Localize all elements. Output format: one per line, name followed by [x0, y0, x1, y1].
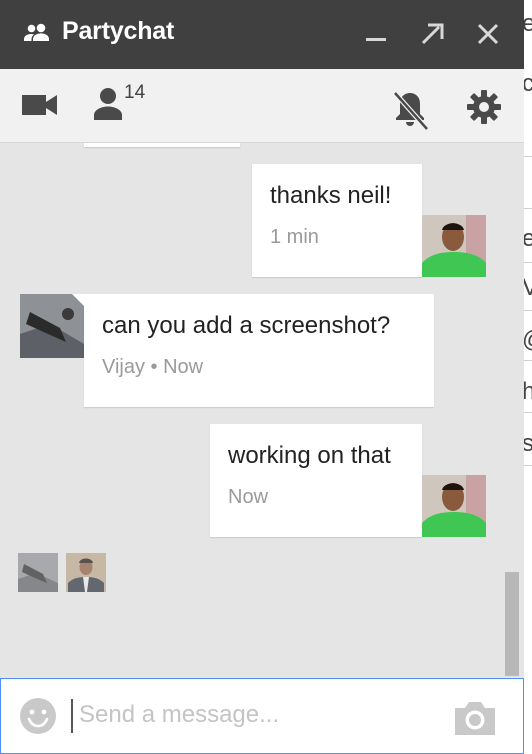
notifications-off-icon — [393, 91, 429, 131]
chat-toolbar: 14 — [0, 69, 524, 143]
popout-arrow-icon — [421, 23, 444, 45]
video-call-button[interactable] — [22, 94, 58, 121]
avatar[interactable] — [422, 475, 486, 537]
popout-button[interactable] — [418, 20, 446, 48]
scrollbar-thumb[interactable] — [505, 572, 519, 676]
send-photo-button[interactable] — [453, 700, 497, 741]
partial-text: e — [524, 225, 532, 252]
message-bubble: thanks neil! 1 min — [252, 164, 434, 277]
text-caret — [71, 699, 73, 733]
message-text: working on that — [228, 442, 391, 469]
partial-text: c — [524, 70, 532, 97]
partial-text: h — [524, 378, 532, 405]
participants-button[interactable] — [94, 86, 124, 125]
partial-text: e — [524, 10, 532, 37]
close-button[interactable] — [474, 20, 502, 48]
partial-text: V — [524, 274, 532, 302]
read-receipt-avatar — [66, 553, 106, 592]
emoji-icon — [20, 698, 56, 734]
message-bubble: can you add a screenshot? Vijay • Now — [72, 294, 434, 407]
partial-text: s — [524, 430, 532, 457]
message-text: can you add a screenshot? — [102, 312, 391, 339]
avatar[interactable] — [422, 215, 486, 277]
message-meta: 1 min — [270, 226, 319, 248]
message-text: thanks neil! — [270, 182, 392, 209]
background-window-edge: e c e V @ h s — [524, 0, 532, 754]
gear-icon — [467, 90, 501, 124]
chat-window: Partychat 14 thanks neil! 1 min can you … — [0, 0, 524, 754]
emoji-button[interactable] — [19, 697, 57, 740]
partial-text: @ — [524, 326, 532, 354]
chat-titlebar[interactable]: Partychat — [0, 0, 524, 69]
message-list[interactable]: thanks neil! 1 min can you add a screens… — [0, 143, 524, 677]
minimize-button[interactable] — [362, 20, 390, 48]
person-icon — [94, 88, 122, 120]
previous-message-bubble — [84, 143, 240, 147]
message-composer — [0, 678, 524, 754]
camera-icon — [455, 702, 495, 735]
message-bubble: working on that Now — [210, 424, 434, 537]
participant-count: 14 — [124, 82, 146, 103]
message-input[interactable] — [79, 697, 419, 733]
chat-title: Partychat — [62, 17, 175, 45]
group-people-icon — [24, 22, 50, 47]
message-meta: Now — [228, 486, 269, 508]
message-meta: Vijay • Now — [102, 356, 204, 378]
read-receipt-avatar — [18, 553, 58, 592]
settings-button[interactable] — [467, 90, 501, 129]
close-icon — [477, 23, 499, 45]
video-camera-icon — [22, 95, 57, 115]
mute-notifications-button[interactable] — [391, 89, 429, 136]
